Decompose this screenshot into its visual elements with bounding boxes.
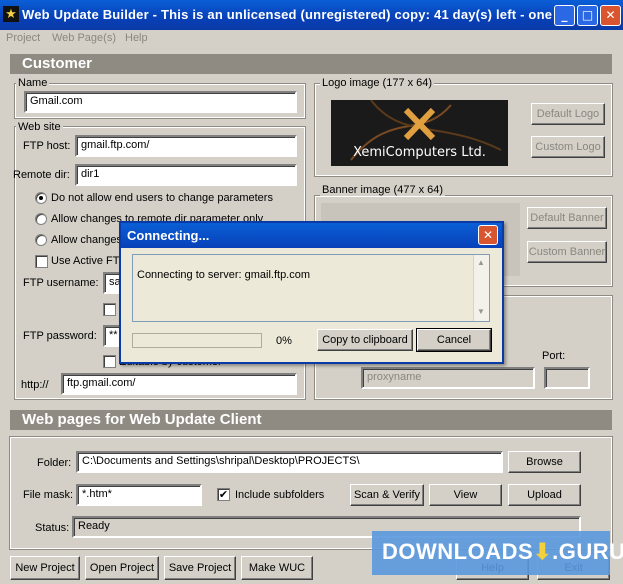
scroll-up-icon[interactable]: ▲ xyxy=(477,258,485,267)
status-label: Status: xyxy=(35,522,70,534)
app-star-icon: ★ xyxy=(3,6,19,22)
watermark-text: DOWNLOADS⬇.GURU xyxy=(382,539,623,564)
save-project-button[interactable]: Save Project xyxy=(164,556,236,580)
connecting-dialog: Connecting... ✕ Connecting to server: gm… xyxy=(119,221,504,364)
new-project-button[interactable]: New Project xyxy=(10,556,80,580)
cancel-button[interactable]: Cancel xyxy=(416,328,492,352)
name-group-label: Name xyxy=(16,77,50,89)
folder-label: Folder: xyxy=(37,457,72,469)
custom-logo-button[interactable]: Custom Logo xyxy=(531,136,605,158)
webpages-section-header: Web pages for Web Update Client xyxy=(10,410,612,430)
progress-bar xyxy=(132,333,262,348)
menu-web-pages[interactable]: Web Page(s) xyxy=(52,32,116,44)
ftp-host-label: FTP host: xyxy=(23,140,71,152)
radio-allow-changes-label: Allow changes xyxy=(51,234,122,246)
menu-help[interactable]: Help xyxy=(125,32,148,44)
file-mask-input[interactable]: *.htm* xyxy=(76,484,202,506)
use-active-ftp-checkbox[interactable] xyxy=(35,255,48,268)
copy-to-clipboard-button[interactable]: Copy to clipboard xyxy=(317,329,413,351)
progress-percent: 0% xyxy=(276,335,292,347)
use-active-ftp-label: Use Active FTP xyxy=(51,255,127,267)
banner-group-label: Banner image (477 x 64) xyxy=(320,184,446,196)
radio-allow-changes[interactable] xyxy=(35,234,47,246)
proxy-input[interactable]: proxyname xyxy=(361,367,535,389)
default-logo-button[interactable]: Default Logo xyxy=(531,103,605,125)
custom-banner-button[interactable]: Custom Banner xyxy=(527,241,607,263)
customer-section-header: Customer xyxy=(10,54,612,74)
password-editable-checkbox[interactable] xyxy=(103,355,116,368)
http-label: http:// xyxy=(21,379,49,391)
dialog-title: Connecting... xyxy=(127,228,210,243)
title-bar: ★ Web Update Builder - This is an unlice… xyxy=(0,0,623,30)
ftp-username-label: FTP username: xyxy=(23,277,99,289)
dialog-message-box: Connecting to server: gmail.ftp.com ▲ ▼ xyxy=(132,254,490,322)
file-mask-label: File mask: xyxy=(23,489,74,501)
dialog-close-button[interactable]: ✕ xyxy=(478,225,498,245)
logo-text: XemiComputers Ltd. xyxy=(353,145,486,160)
menu-project[interactable]: Project xyxy=(6,32,40,44)
view-button[interactable]: View xyxy=(429,484,502,506)
name-input[interactable]: Gmail.com xyxy=(24,91,297,113)
radio-no-changes[interactable] xyxy=(35,192,47,204)
scroll-down-icon[interactable]: ▼ xyxy=(477,307,485,316)
close-button[interactable]: ✕ xyxy=(600,5,621,26)
ftp-password-label: FTP password: xyxy=(23,330,97,342)
port-label: Port: xyxy=(542,350,566,362)
logo-group-label: Logo image (177 x 64) xyxy=(320,77,435,89)
remote-dir-input[interactable]: dir1 xyxy=(75,164,297,186)
username-editable-checkbox[interactable] xyxy=(103,303,116,316)
radio-no-changes-label: Do not allow end users to change paramet… xyxy=(51,192,273,204)
radio-remote-dir-only[interactable] xyxy=(35,213,47,225)
folder-input[interactable]: C:\Documents and Settings\shripal\Deskto… xyxy=(76,451,503,473)
downloads-guru-watermark: DOWNLOADS⬇.GURU xyxy=(372,531,623,575)
scan-verify-button[interactable]: Scan & Verify xyxy=(350,484,424,506)
include-subfolders-label: Include subfolders xyxy=(235,489,325,501)
remote-dir-label: Remote dir: xyxy=(13,169,70,181)
menu-bar: Project Web Page(s) Help xyxy=(0,30,623,48)
maximize-button[interactable]: □ xyxy=(577,5,598,26)
default-banner-button[interactable]: Default Banner xyxy=(527,207,607,229)
upload-button[interactable]: Upload xyxy=(508,484,581,506)
logo-image: XemiComputers Ltd. xyxy=(331,100,508,166)
minimize-button[interactable]: _ xyxy=(554,5,575,26)
window-title: Web Update Builder - This is an unlicens… xyxy=(22,7,553,22)
port-input[interactable] xyxy=(544,367,590,389)
include-subfolders-checkbox[interactable]: ✔ xyxy=(217,488,230,501)
dialog-scrollbar[interactable]: ▲ ▼ xyxy=(473,255,489,321)
make-wuc-button[interactable]: Make WUC xyxy=(241,556,313,580)
website-group-label: Web site xyxy=(16,121,63,133)
http-input[interactable]: ftp.gmail.com/ xyxy=(61,373,297,395)
browse-button[interactable]: Browse xyxy=(508,451,581,473)
ftp-host-input[interactable]: gmail.ftp.com/ xyxy=(75,135,297,157)
dialog-title-bar: Connecting... ✕ xyxy=(121,223,502,248)
dialog-message: Connecting to server: gmail.ftp.com xyxy=(137,269,311,281)
open-project-button[interactable]: Open Project xyxy=(85,556,159,580)
